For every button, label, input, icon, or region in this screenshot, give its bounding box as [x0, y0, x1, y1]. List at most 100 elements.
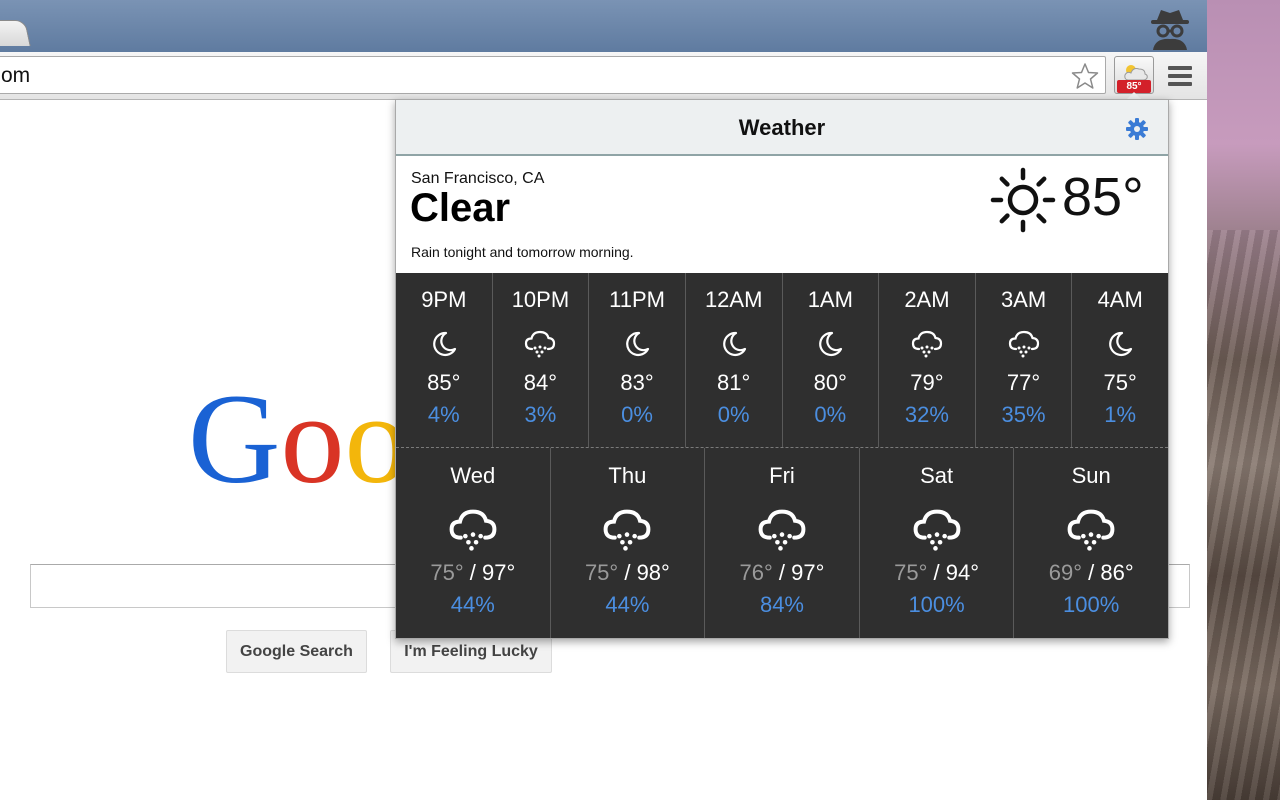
- condition-text: Clear: [410, 186, 511, 230]
- day-precip-chance: 100%: [908, 592, 965, 617]
- hour-temperature: 81°: [717, 370, 751, 395]
- address-bar[interactable]: om: [0, 56, 1106, 94]
- moon-icon: [626, 331, 650, 357]
- current-temperature: 85°: [1062, 167, 1144, 227]
- hourly-forecast: 9PM 85° 4% 10PM 84° 3% 11PM 83° 0% 12AM 81° 0% 1AM 80…: [396, 273, 1168, 448]
- range-separator: /: [772, 560, 792, 585]
- high-temperature: 97°: [791, 560, 825, 585]
- day-precip-chance: 44%: [450, 592, 495, 617]
- daily-cell: Sat 75° / 94° 100%: [860, 448, 1015, 638]
- range-separator: /: [927, 560, 946, 585]
- hour-precip-chance: 3%: [524, 402, 557, 427]
- rain-icon: [449, 509, 497, 551]
- hourly-cell: 10PM 84° 3%: [493, 273, 590, 447]
- hour-label: 9PM: [421, 287, 467, 312]
- low-temperature: 75°: [584, 560, 619, 585]
- hour-label: 10PM: [511, 287, 570, 312]
- rain-icon: [1067, 509, 1115, 551]
- sun-icon: [990, 167, 1056, 233]
- day-precip-chance: 100%: [1063, 592, 1120, 617]
- hourly-cell: 4AM 75° 1%: [1072, 273, 1168, 447]
- hour-label: 12AM: [704, 287, 763, 312]
- high-temperature: 97°: [481, 560, 516, 585]
- hourly-cell: 12AM 81° 0%: [686, 273, 783, 447]
- hour-temperature: 83°: [620, 370, 654, 395]
- hour-precip-chance: 4%: [427, 402, 460, 427]
- low-temperature: 69°: [1048, 560, 1082, 585]
- hourly-cell: 1AM 80° 0%: [783, 273, 880, 447]
- hour-precip-chance: 32%: [904, 402, 949, 427]
- rain-icon: [525, 330, 556, 358]
- menu-icon[interactable]: [1168, 66, 1192, 86]
- popup-header: Weather: [396, 100, 1168, 156]
- hourly-cell: 11PM 83° 0%: [589, 273, 686, 447]
- day-label: Thu: [608, 463, 647, 488]
- google-search-button[interactable]: Google Search: [226, 630, 367, 673]
- low-temperature: 76°: [739, 560, 773, 585]
- hour-precip-chance: 0%: [717, 402, 750, 427]
- rain-icon: [758, 509, 806, 551]
- daily-cell: Thu 75° / 98° 44%: [551, 448, 706, 638]
- hour-label: 1AM: [807, 287, 853, 312]
- temperature-range: 76° / 97°: [705, 560, 859, 586]
- popup-title: Weather: [738, 115, 826, 140]
- temperature-range: 75° / 98°: [551, 560, 705, 586]
- hourly-cell: 2AM 79° 32%: [879, 273, 976, 447]
- high-temperature: 94°: [945, 560, 980, 585]
- bookmark-star-icon[interactable]: [1071, 62, 1099, 90]
- hour-temperature: 79°: [910, 370, 944, 395]
- day-label: Sat: [920, 463, 954, 488]
- hour-temperature: 85°: [427, 370, 461, 395]
- rain-icon: [603, 509, 651, 551]
- temperature-range: 75° / 94°: [860, 560, 1014, 586]
- hour-label: 2AM: [904, 287, 950, 312]
- hour-precip-chance: 35%: [1001, 402, 1046, 427]
- day-label: Fri: [769, 463, 795, 488]
- hour-temperature: 75°: [1103, 370, 1137, 395]
- low-temperature: 75°: [894, 560, 928, 585]
- address-bar-text: om: [1, 64, 31, 87]
- gear-icon[interactable]: [1125, 117, 1149, 141]
- weather-extension-button[interactable]: 85°: [1114, 56, 1154, 94]
- daily-cell: Wed 75° / 97° 44%: [396, 448, 551, 638]
- hour-label: 11PM: [609, 287, 665, 312]
- high-temperature: 86°: [1100, 560, 1134, 585]
- incognito-icon: [1151, 10, 1189, 50]
- moon-icon: [722, 331, 746, 357]
- temperature-range: 75° / 97°: [396, 560, 550, 586]
- range-separator: /: [618, 560, 637, 585]
- daily-forecast: Wed 75° / 97° 44% Thu 75° / 98° 44% Fri 76° / 9…: [396, 448, 1168, 638]
- range-separator: /: [1082, 560, 1101, 585]
- current-conditions: San Francisco, CA Clear Rain tonight and…: [396, 156, 1168, 273]
- hourly-cell: 9PM 85° 4%: [396, 273, 493, 447]
- toolbar: om 85°: [0, 52, 1207, 100]
- partly-cloudy-icon: [1124, 65, 1148, 81]
- day-precip-chance: 84%: [759, 592, 804, 617]
- high-temperature: 98°: [636, 560, 670, 585]
- hour-label: 4AM: [1097, 287, 1143, 312]
- hour-temperature: 84°: [523, 370, 558, 395]
- desktop-rock-texture: [1207, 230, 1280, 800]
- moon-icon: [1109, 331, 1133, 357]
- forecast-summary: Rain tonight and tomorrow morning.: [411, 244, 634, 260]
- rain-icon: [911, 330, 943, 358]
- moon-icon: [432, 331, 456, 357]
- weather-popup: Weather San Francisco, CA Clear Rain ton…: [395, 99, 1169, 639]
- hour-precip-chance: 1%: [1104, 402, 1137, 427]
- rain-icon: [1008, 330, 1039, 358]
- low-temperature: 75°: [430, 560, 464, 585]
- google-logo: Goo: [188, 368, 409, 510]
- rain-icon: [913, 509, 960, 551]
- daily-cell: Fri 76° / 97° 84%: [705, 448, 860, 638]
- temperature-range: 69° / 86°: [1014, 560, 1168, 586]
- day-precip-chance: 44%: [605, 592, 650, 617]
- hourly-cell: 3AM 77° 35%: [976, 273, 1073, 447]
- moon-icon: [819, 331, 843, 357]
- hour-precip-chance: 0%: [621, 402, 653, 427]
- daily-cell: Sun 69° / 86° 100%: [1014, 448, 1168, 638]
- day-label: Wed: [450, 463, 496, 488]
- hour-temperature: 80°: [813, 370, 847, 395]
- browser-tab[interactable]: [0, 20, 31, 46]
- hour-precip-chance: 0%: [814, 402, 847, 427]
- hour-temperature: 77°: [1006, 370, 1041, 395]
